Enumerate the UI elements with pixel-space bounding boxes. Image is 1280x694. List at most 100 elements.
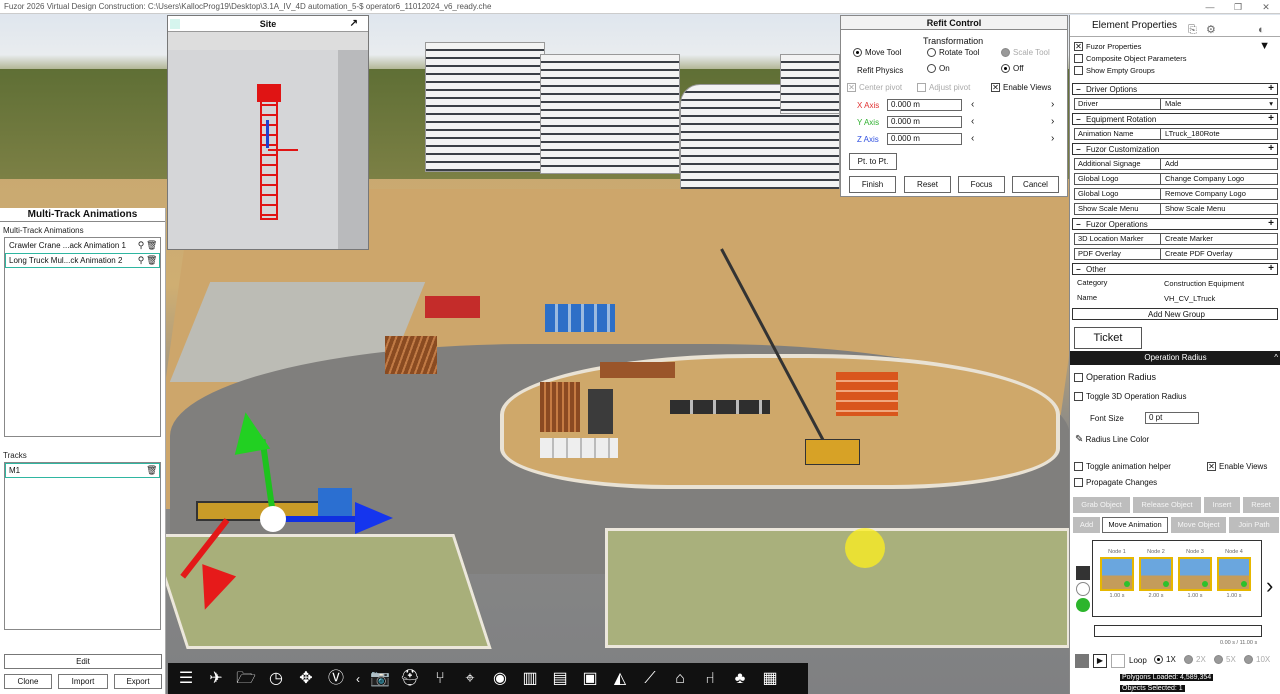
z-increment-icon[interactable]: ›	[1051, 133, 1054, 144]
pin-icon[interactable]: ⚲	[136, 255, 146, 266]
play-icon[interactable]: ▶	[1093, 654, 1107, 668]
property-row[interactable]: PDF Overlay Create PDF Overlay	[1074, 248, 1278, 260]
reset-button[interactable]: Reset	[1243, 497, 1279, 513]
gizmo-y-arrow[interactable]	[227, 409, 271, 455]
y-axis-input[interactable]: 0.000 m	[887, 116, 962, 128]
tool-icon[interactable]: ⚙	[1206, 19, 1216, 41]
loop-label[interactable]: Loop	[1129, 656, 1147, 665]
group-fuzor-operations[interactable]: − Fuzor Operations +	[1072, 218, 1278, 230]
property-value[interactable]: Create Marker	[1161, 234, 1277, 244]
camera-view-icon[interactable]	[1076, 566, 1090, 580]
speed-10x-radio[interactable]: 10X	[1244, 655, 1270, 665]
record-icon[interactable]	[1111, 654, 1125, 668]
operation-radius-checkbox[interactable]: Operation Radius	[1074, 372, 1156, 383]
collapse-icon[interactable]: −	[1076, 265, 1086, 274]
animation-node[interactable]: Node 3 1.00 s	[1177, 549, 1213, 599]
x-axis-input[interactable]: 0.000 m	[887, 99, 962, 111]
gizmo-x-axis[interactable]	[275, 516, 365, 522]
property-value[interactable]: Create PDF Overlay	[1161, 249, 1277, 259]
property-value[interactable]: Show Scale Menu	[1161, 204, 1277, 214]
site-map[interactable]	[168, 50, 368, 249]
export-button[interactable]: Export	[114, 674, 162, 689]
film-icon[interactable]: ▣	[576, 666, 604, 692]
x-decrement-icon[interactable]: ‹	[971, 99, 974, 110]
minimize-button[interactable]: —	[1196, 0, 1224, 14]
center-pivot-checkbox[interactable]: ✕ Center pivot	[847, 83, 902, 93]
tree-icon[interactable]: ♣	[726, 666, 754, 692]
clone-button[interactable]: Clone	[4, 674, 52, 689]
add-icon[interactable]: +	[1268, 83, 1274, 94]
building-icon[interactable]: ▥	[516, 666, 544, 692]
scene-crawler-crane[interactable]	[805, 439, 860, 465]
clipboard-icon[interactable]: ▤	[546, 666, 574, 692]
add-icon[interactable]: +	[1268, 263, 1274, 274]
popout-icon[interactable]: ↗	[350, 16, 358, 32]
finish-button[interactable]: Finish	[849, 176, 896, 193]
maximize-button[interactable]: ❐	[1224, 0, 1252, 14]
release-object-button[interactable]: Release Object	[1133, 497, 1201, 513]
property-value[interactable]: LTruck_180Rote	[1161, 129, 1277, 139]
group-equipment-rotation[interactable]: − Equipment Rotation +	[1072, 113, 1278, 125]
collapse-icon[interactable]: ‹	[352, 666, 364, 692]
node-thumbnail[interactable]	[1100, 557, 1134, 591]
report-icon[interactable]: ▦	[756, 666, 784, 692]
copy-icon[interactable]: ⎘	[1188, 19, 1197, 41]
property-value[interactable]: Male ▾	[1161, 99, 1277, 109]
gps-icon[interactable]: ⌖	[456, 666, 484, 692]
show-empty-checkbox[interactable]: Show Empty Groups	[1070, 64, 1280, 76]
stop-icon[interactable]	[1075, 654, 1089, 668]
network-icon[interactable]: ⑂	[426, 666, 454, 692]
speed-2x-radio[interactable]: 2X	[1184, 655, 1206, 665]
move-object-button[interactable]: Move Object	[1171, 517, 1226, 533]
reset-button[interactable]: Reset	[904, 176, 951, 193]
y-increment-icon[interactable]: ›	[1051, 116, 1054, 127]
collapse-icon[interactable]: −	[1076, 145, 1086, 154]
clock-icon[interactable]: ◷	[262, 666, 290, 692]
x-increment-icon[interactable]: ›	[1051, 99, 1054, 110]
move-icon[interactable]: ✥	[292, 666, 320, 692]
fuzor-properties-checkbox[interactable]: ✕ Fuzor Properties ▼	[1070, 40, 1280, 52]
scene-long-truck-cab[interactable]	[318, 488, 352, 518]
rotate-tool-radio[interactable]: Rotate Tool	[927, 48, 979, 58]
trash-icon[interactable]: 🗑	[146, 240, 157, 251]
list-item[interactable]: Long Truck Mul...ck Animation 2 ⚲ 🗑	[5, 253, 160, 268]
trash-icon[interactable]: 🗑	[146, 255, 157, 266]
z-axis-input[interactable]: 0.000 m	[887, 133, 962, 145]
operation-radius-header[interactable]: Operation Radius ^	[1070, 351, 1280, 365]
pt-to-pt-button[interactable]: Pt. to Pt.	[849, 153, 897, 170]
property-value[interactable]: Change Company Logo	[1161, 174, 1277, 184]
import-button[interactable]: Import	[58, 674, 108, 689]
cancel-button[interactable]: Cancel	[1012, 176, 1059, 193]
physics-off-radio[interactable]: Off	[1001, 64, 1024, 74]
dropdown-icon[interactable]: ▾	[1269, 99, 1273, 109]
speed-5x-radio[interactable]: 5X	[1214, 655, 1236, 665]
map-icon[interactable]: ⌂	[666, 666, 694, 692]
propagate-checkbox[interactable]: Propagate Changes	[1074, 478, 1157, 488]
font-size-input[interactable]: 0 pt	[1145, 412, 1199, 424]
toggle-helper-checkbox[interactable]: Toggle animation helper	[1074, 462, 1171, 472]
folder-icon[interactable]: 🗁	[232, 666, 260, 692]
radius-color-button[interactable]: ✎ Radius Line Color	[1075, 434, 1149, 445]
animation-node[interactable]: Node 1 1.00 s	[1099, 549, 1135, 599]
chevron-up-icon[interactable]: ^	[1274, 351, 1278, 365]
gizmo-x-arrow[interactable]	[355, 502, 393, 534]
green-dot-icon[interactable]	[1076, 598, 1090, 612]
property-row[interactable]: Show Scale Menu Show Scale Menu	[1074, 203, 1278, 215]
edit-button[interactable]: Edit	[4, 654, 162, 669]
group-driver-options[interactable]: − Driver Options +	[1072, 83, 1278, 95]
circle-icon[interactable]	[1076, 582, 1090, 596]
animation-node[interactable]: Node 2 2.00 s	[1138, 549, 1174, 599]
pin-icon[interactable]: ⚲	[136, 240, 146, 251]
property-row[interactable]: Additional Signage Add	[1074, 158, 1278, 170]
palette-icon[interactable]: ◐	[1258, 19, 1265, 41]
eye-icon[interactable]: ◉	[486, 666, 514, 692]
animation-node[interactable]: Node 4 1.00 s	[1216, 549, 1252, 599]
z-decrement-icon[interactable]: ‹	[971, 133, 974, 144]
drone-icon[interactable]: ✈	[202, 666, 230, 692]
enable-views-checkbox[interactable]: ✕ Enable Views	[1207, 462, 1267, 472]
group-fuzor-customization[interactable]: − Fuzor Customization +	[1072, 143, 1278, 155]
add-new-group-button[interactable]: Add New Group	[1072, 308, 1278, 320]
next-nodes-icon[interactable]: ›	[1266, 573, 1273, 599]
list-item[interactable]: Crawler Crane ...ack Animation 1 ⚲ 🗑	[5, 238, 160, 253]
adjust-pivot-checkbox[interactable]: Adjust pivot	[917, 83, 970, 93]
